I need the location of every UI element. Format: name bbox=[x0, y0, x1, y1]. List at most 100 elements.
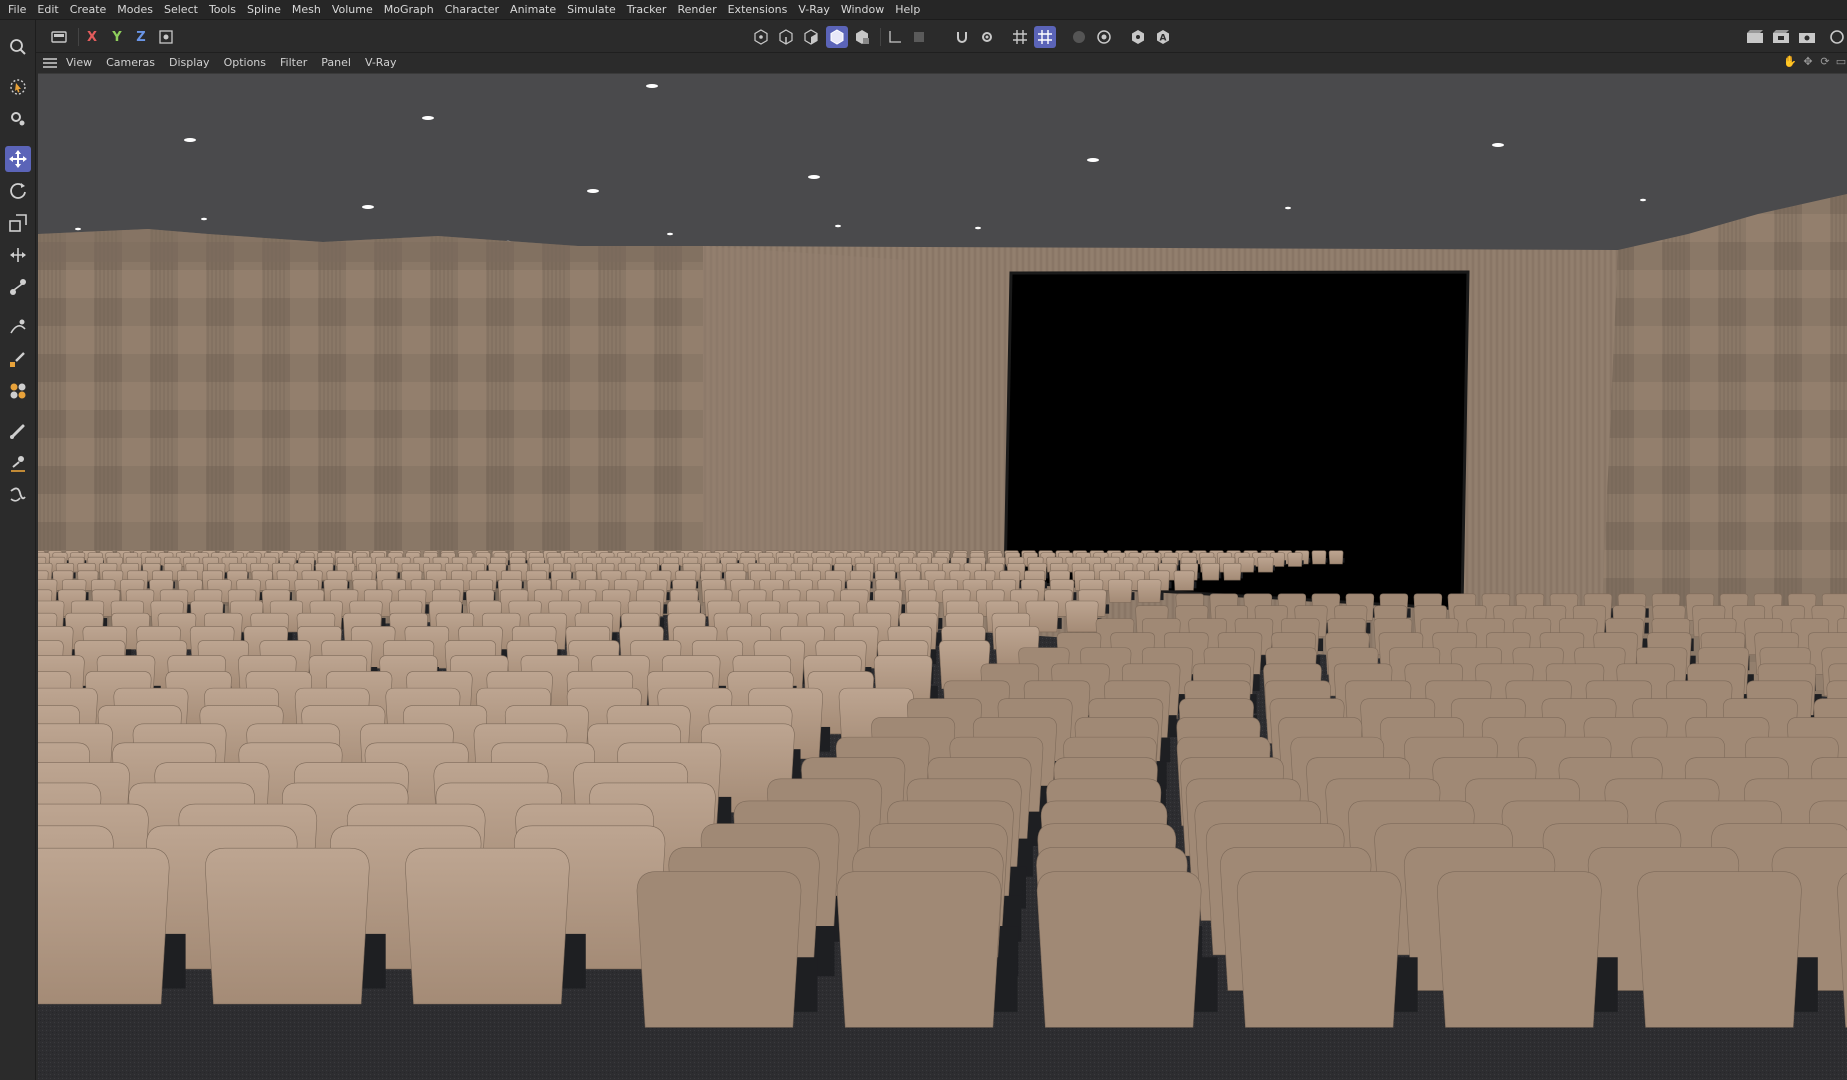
auditorium-scene bbox=[38, 74, 1847, 1080]
spline-sketch-icon[interactable] bbox=[5, 346, 31, 372]
vray-icon[interactable] bbox=[1826, 26, 1847, 48]
points-mode-icon[interactable] bbox=[750, 26, 772, 48]
axis-z-button[interactable]: Z bbox=[130, 26, 152, 48]
ceiling-light bbox=[667, 232, 673, 236]
viewport-toggle-icon[interactable]: ▭ bbox=[1834, 55, 1847, 69]
transform-icon[interactable] bbox=[5, 242, 31, 268]
viewport-menu-view[interactable]: View bbox=[60, 53, 100, 73]
ceiling-light bbox=[1640, 198, 1646, 202]
knife-icon[interactable] bbox=[5, 450, 31, 476]
viewport-menu-options[interactable]: Options bbox=[218, 53, 274, 73]
seat bbox=[1437, 871, 1618, 1028]
snap-settings-icon[interactable] bbox=[976, 26, 998, 48]
ceiling-light bbox=[422, 116, 434, 120]
menu-edit[interactable]: Edit bbox=[33, 0, 65, 20]
menu-select[interactable]: Select bbox=[160, 0, 205, 20]
ceiling-light bbox=[184, 138, 196, 142]
viewport-hamburger-icon[interactable] bbox=[40, 53, 60, 73]
render-view-icon[interactable] bbox=[1068, 26, 1090, 48]
texture-mode-icon[interactable] bbox=[851, 26, 873, 48]
3d-viewport[interactable] bbox=[38, 73, 1847, 1080]
brush-icon[interactable] bbox=[5, 418, 31, 444]
move-icon[interactable] bbox=[5, 146, 31, 172]
seat bbox=[204, 847, 386, 1005]
axis-x-button[interactable]: X bbox=[81, 26, 103, 48]
spline-pen-icon[interactable] bbox=[5, 314, 31, 340]
ceiling-light bbox=[808, 175, 820, 179]
live-selection-icon[interactable] bbox=[5, 74, 31, 100]
selection-settings-icon[interactable] bbox=[5, 106, 31, 132]
seat bbox=[1287, 552, 1304, 567]
viewport-menu-cameras[interactable]: Cameras bbox=[100, 53, 163, 73]
edges-mode-icon[interactable] bbox=[775, 26, 797, 48]
menu-render[interactable]: Render bbox=[673, 0, 723, 20]
solo-icon[interactable] bbox=[1127, 26, 1149, 48]
viewport-menu-display[interactable]: Display bbox=[163, 53, 218, 73]
axis-y-button[interactable]: Y bbox=[106, 26, 128, 48]
menu-simulate[interactable]: Simulate bbox=[563, 0, 623, 20]
menu-spline[interactable]: Spline bbox=[243, 0, 288, 20]
seat bbox=[1137, 579, 1164, 603]
viewport-menu-filter[interactable]: Filter bbox=[274, 53, 315, 73]
twist-icon[interactable] bbox=[5, 482, 31, 508]
viewport-menu-v-ray[interactable]: V-Ray bbox=[359, 53, 405, 73]
ceiling-light bbox=[201, 217, 207, 221]
menu-mograph[interactable]: MoGraph bbox=[380, 0, 441, 20]
menu-window[interactable]: Window bbox=[837, 0, 891, 20]
seat bbox=[1328, 550, 1345, 565]
menu-modes[interactable]: Modes bbox=[113, 0, 160, 20]
menu-file[interactable]: File bbox=[4, 0, 33, 20]
menu-v-ray[interactable]: V-Ray bbox=[794, 0, 837, 20]
ceiling-light bbox=[975, 226, 981, 230]
ceiling-light bbox=[835, 224, 841, 228]
auto-icon[interactable]: A bbox=[1152, 26, 1174, 48]
menu-help[interactable]: Help bbox=[891, 0, 927, 20]
viewport-menu-bar: View Cameras Display Options Filter Panel V-Ra… bbox=[38, 53, 1847, 73]
scale-icon[interactable] bbox=[5, 210, 31, 236]
seat bbox=[1236, 871, 1418, 1028]
polygons-mode-icon[interactable] bbox=[800, 26, 822, 48]
seat bbox=[636, 871, 818, 1028]
menu-extensions[interactable]: Extensions bbox=[724, 0, 795, 20]
viewport-menu-panel[interactable]: Panel bbox=[315, 53, 359, 73]
menu-tracker[interactable]: Tracker bbox=[623, 0, 674, 20]
snap-icon[interactable] bbox=[951, 26, 973, 48]
seat bbox=[1311, 550, 1328, 565]
edit-render-settings-icon[interactable] bbox=[1796, 26, 1818, 48]
coordinate-system-icon[interactable] bbox=[155, 26, 177, 48]
menu-volume[interactable]: Volume bbox=[328, 0, 380, 20]
ceiling-light bbox=[587, 189, 599, 193]
viewport-move-icon[interactable]: ✥ bbox=[1801, 55, 1815, 69]
locked-workplane-icon[interactable] bbox=[908, 26, 930, 48]
paint-icon[interactable] bbox=[5, 378, 31, 404]
undo-icon[interactable] bbox=[48, 26, 70, 48]
menu-mesh[interactable]: Mesh bbox=[288, 0, 328, 20]
seat bbox=[38, 847, 186, 1005]
menu-character[interactable]: Character bbox=[441, 0, 506, 20]
mograph-transform-icon[interactable] bbox=[5, 274, 31, 300]
viewport-pan-icon[interactable]: ✋ bbox=[1783, 55, 1797, 69]
menu-animate[interactable]: Animate bbox=[506, 0, 563, 20]
main-toolbar: X Y Z A bbox=[0, 20, 1847, 53]
ceiling-light bbox=[646, 84, 658, 88]
search-icon[interactable] bbox=[5, 34, 31, 60]
seat bbox=[1257, 556, 1275, 573]
seat bbox=[1036, 871, 1218, 1028]
render-region-icon[interactable] bbox=[1744, 26, 1766, 48]
menu-tools[interactable]: Tools bbox=[205, 0, 243, 20]
workplane-icon[interactable] bbox=[884, 26, 906, 48]
render-to-picture-viewer-icon[interactable] bbox=[1770, 26, 1792, 48]
seat bbox=[1107, 579, 1135, 603]
viewport-rotate-icon[interactable]: ⟳ bbox=[1818, 55, 1832, 69]
svg-text:A: A bbox=[1160, 34, 1167, 44]
ceiling-light bbox=[75, 227, 81, 231]
seat bbox=[836, 871, 1018, 1028]
rotate-icon[interactable] bbox=[5, 178, 31, 204]
quantize-icon[interactable] bbox=[1034, 26, 1056, 48]
ceiling-light bbox=[1285, 206, 1291, 210]
grid-icon[interactable] bbox=[1009, 26, 1031, 48]
menu-create[interactable]: Create bbox=[66, 0, 114, 20]
seat bbox=[1637, 871, 1818, 1028]
model-mode-icon[interactable] bbox=[826, 26, 848, 48]
render-settings-icon[interactable] bbox=[1093, 26, 1115, 48]
